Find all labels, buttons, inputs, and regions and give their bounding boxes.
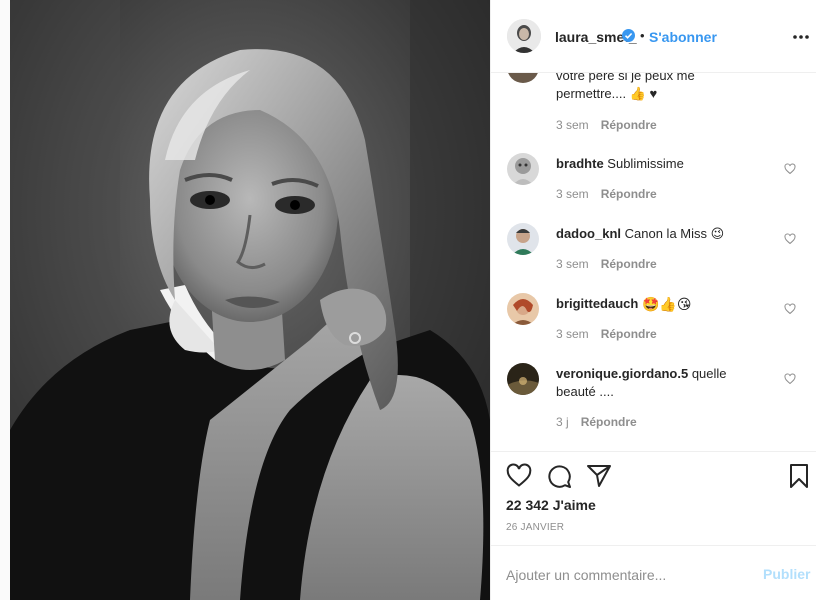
comment-username[interactable]: bradhte [556, 156, 604, 171]
comment-body: votre père si je peux me permettre.... 👍… [556, 73, 695, 101]
avatar-image [507, 363, 539, 395]
post-side-panel: laura_smet_ • S'abonner votre père si je [490, 0, 816, 600]
avatar[interactable] [507, 19, 541, 53]
comment-avatar[interactable] [507, 363, 539, 395]
comment-time: 3 sem [556, 327, 589, 341]
header-separator: • [640, 28, 645, 43]
comment-body: Sublimissime [607, 156, 684, 171]
comment-text: bradhte Sublimissime [556, 155, 746, 173]
publish-button[interactable]: Publier [763, 566, 810, 582]
comment-time: 3 j [556, 415, 569, 429]
avatar-image [507, 153, 539, 185]
comment-time: 3 sem [556, 257, 589, 271]
comment-username[interactable]: dadoo_knl [556, 226, 621, 241]
comment-like-heart-icon[interactable] [784, 303, 796, 315]
comment-meta: 3 sem Répondre [556, 327, 657, 341]
comment-text: veronique.giordano.5 quelle beauté .... [556, 365, 746, 401]
comment-text: dadoo_knl Canon la Miss 😉 [556, 225, 746, 243]
more-options-icon[interactable] [791, 25, 811, 45]
comment-meta: 3 sem Répondre [556, 257, 657, 271]
avatar-image [507, 19, 541, 53]
reply-button[interactable]: Répondre [601, 187, 657, 201]
verified-badge-icon [622, 29, 635, 42]
comment-avatar[interactable] [507, 153, 539, 185]
share-paper-plane-icon[interactable] [586, 463, 612, 489]
comment-input[interactable] [506, 565, 746, 585]
comment-time: 3 sem [556, 187, 589, 201]
comment-bubble-icon[interactable] [546, 463, 572, 489]
comment-avatar[interactable] [507, 293, 539, 325]
comment-username[interactable]: brigittedauch [556, 296, 638, 311]
comment-meta: 3 sem Répondre [556, 187, 657, 201]
comment-time: 3 sem [556, 118, 589, 132]
comment-text: brigittedauch 🤩👍😘 [556, 295, 746, 313]
comment-avatar[interactable] [507, 73, 539, 83]
post-header: laura_smet_ • S'abonner [491, 0, 816, 73]
avatar-image [507, 73, 539, 83]
comment-like-heart-icon[interactable] [784, 163, 796, 175]
comment-like-heart-icon[interactable] [784, 373, 796, 385]
reply-button[interactable]: Répondre [601, 327, 657, 341]
avatar-image [507, 293, 539, 325]
reply-button[interactable]: Répondre [601, 118, 657, 132]
bookmark-icon[interactable] [786, 463, 812, 489]
portrait-photo [10, 0, 490, 600]
comment-username[interactable]: veronique.giordano.5 [556, 366, 688, 381]
heart-icon[interactable] [506, 463, 532, 489]
reply-button[interactable]: Répondre [601, 257, 657, 271]
post-actions: 22 342 J'aime 26 JANVIER Publier [491, 451, 816, 600]
likes-count[interactable]: 22 342 J'aime [506, 497, 596, 513]
follow-button[interactable]: S'abonner [649, 29, 717, 45]
add-comment-bar: Publier [491, 545, 816, 601]
comment-avatar[interactable] [507, 223, 539, 255]
comments-list[interactable]: votre père si je peux me permettre.... 👍… [491, 73, 816, 451]
comment-text: votre père si je peux me permettre.... 👍… [556, 73, 746, 103]
comment-meta: 3 sem Répondre [556, 118, 657, 132]
post-photo[interactable] [10, 0, 490, 600]
post-date[interactable]: 26 JANVIER [506, 522, 564, 533]
instagram-post-modal: laura_smet_ • S'abonner votre père si je [0, 0, 816, 600]
avatar-image [507, 223, 539, 255]
comment-meta: 3 j Répondre [556, 415, 637, 429]
comment-body: Canon la Miss 😉 [624, 226, 725, 241]
comment-like-heart-icon[interactable] [784, 233, 796, 245]
comment-body: 🤩👍😘 [641, 296, 692, 312]
reply-button[interactable]: Répondre [581, 415, 637, 429]
